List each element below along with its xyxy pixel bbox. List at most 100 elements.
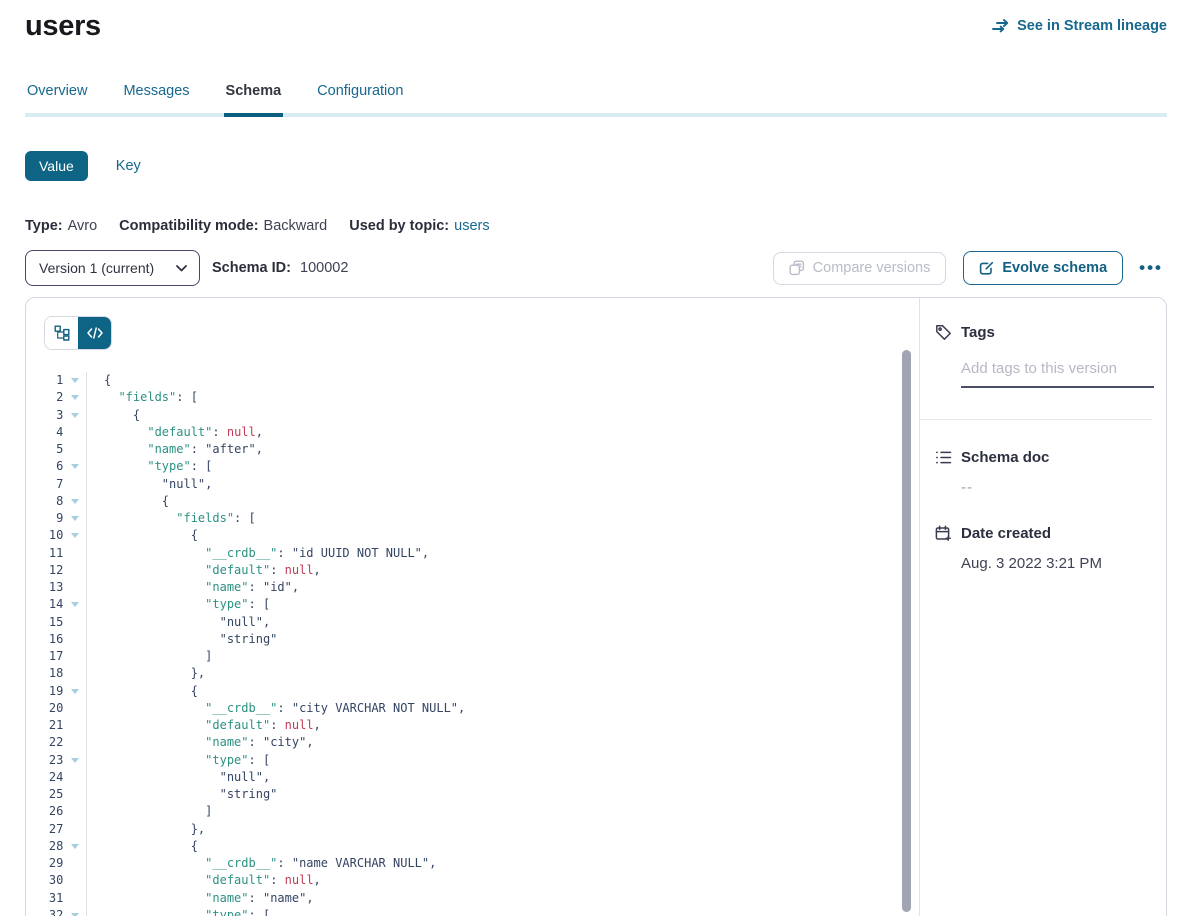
tags-heading: Tags	[961, 324, 995, 341]
tab-messages[interactable]: Messages	[121, 83, 191, 117]
line-number: 26	[26, 803, 63, 820]
line-number: 12	[26, 562, 63, 579]
tree-view-icon	[54, 325, 70, 341]
line-gutter: 21	[26, 717, 87, 734]
line-number: 30	[26, 872, 63, 889]
version-select[interactable]: Version 1 (current)	[25, 250, 200, 286]
code-line: 29 "__crdb__": "name VARCHAR NULL",	[26, 855, 919, 872]
fold-toggle-icon[interactable]	[63, 493, 86, 510]
schema-code-editor[interactable]: 1{2 "fields": [3 {4 "default": null,5 "n…	[26, 372, 919, 916]
line-gutter: 17	[26, 648, 87, 665]
line-gutter: 7	[26, 476, 87, 493]
fold-toggle-icon[interactable]	[63, 407, 86, 424]
code-line: 24 "null",	[26, 769, 919, 786]
fold-toggle-icon[interactable]	[63, 458, 86, 475]
code-line: 21 "default": null,	[26, 717, 919, 734]
line-gutter: 31	[26, 890, 87, 907]
value-tab-button[interactable]: Value	[25, 151, 88, 181]
code-text: "fields": [	[87, 389, 198, 406]
code-text: "__crdb__": "city VARCHAR NOT NULL",	[87, 700, 465, 717]
code-text: ]	[87, 648, 212, 665]
code-text: },	[87, 821, 205, 838]
line-number: 16	[26, 631, 63, 648]
code-text: "null",	[87, 769, 270, 786]
code-text: "fields": [	[87, 510, 256, 527]
version-select-value: Version 1 (current)	[39, 260, 154, 276]
editor-scrollbar[interactable]	[902, 350, 911, 912]
code-text: "default": null,	[87, 424, 263, 441]
fold-toggle-icon[interactable]	[63, 907, 86, 916]
code-text: "type": [	[87, 907, 270, 916]
schema-sidebar: Tags Schema doc --	[919, 298, 1166, 916]
chevron-down-icon	[176, 265, 187, 272]
fold-spacer	[63, 562, 86, 579]
type-label: Type:	[25, 218, 63, 234]
code-line: 16 "string"	[26, 631, 919, 648]
fold-toggle-icon[interactable]	[63, 683, 86, 700]
type-value: Avro	[68, 218, 98, 234]
line-number: 28	[26, 838, 63, 855]
line-gutter: 10	[26, 527, 87, 544]
line-number: 2	[26, 389, 63, 406]
code-line: 9 "fields": [	[26, 510, 919, 527]
code-text: "type": [	[87, 752, 270, 769]
see-in-stream-lineage-link[interactable]: See in Stream lineage	[992, 18, 1167, 34]
compare-versions-button[interactable]: Compare versions	[773, 252, 947, 285]
fold-spacer	[63, 700, 86, 717]
code-text: "string"	[87, 631, 277, 648]
code-text: {	[87, 683, 198, 700]
fold-toggle-icon[interactable]	[63, 389, 86, 406]
schema-actions: Compare versions Evolve schema •••	[773, 251, 1167, 285]
schema-page: users See in Stream lineage Overview Mess…	[0, 0, 1189, 916]
line-gutter: 26	[26, 803, 87, 820]
key-tab-link[interactable]: Key	[116, 158, 141, 174]
tab-configuration[interactable]: Configuration	[315, 83, 405, 117]
code-line: 15 "null",	[26, 614, 919, 631]
line-gutter: 8	[26, 493, 87, 510]
more-actions-button[interactable]: •••	[1135, 258, 1167, 278]
line-gutter: 16	[26, 631, 87, 648]
code-text: "__crdb__": "name VARCHAR NULL",	[87, 855, 436, 872]
line-number: 20	[26, 700, 63, 717]
used-by-topic-link[interactable]: users	[454, 218, 489, 234]
fold-toggle-icon[interactable]	[63, 527, 86, 544]
evolve-schema-label: Evolve schema	[1002, 260, 1107, 276]
line-gutter: 30	[26, 872, 87, 889]
code-line: 25 "string"	[26, 786, 919, 803]
line-number: 1	[26, 372, 63, 389]
line-gutter: 14	[26, 596, 87, 613]
fold-toggle-icon[interactable]	[63, 752, 86, 769]
line-gutter: 24	[26, 769, 87, 786]
line-number: 15	[26, 614, 63, 631]
fold-spacer	[63, 717, 86, 734]
add-tags-input[interactable]	[961, 360, 1154, 388]
see-in-stream-lineage-label: See in Stream lineage	[1017, 18, 1167, 34]
line-gutter: 13	[26, 579, 87, 596]
line-number: 8	[26, 493, 63, 510]
line-gutter: 2	[26, 389, 87, 406]
line-number: 18	[26, 665, 63, 682]
fold-toggle-icon[interactable]	[63, 596, 86, 613]
fold-toggle-icon[interactable]	[63, 838, 86, 855]
tab-schema[interactable]: Schema	[224, 83, 284, 117]
code-text: {	[87, 493, 169, 510]
fold-spacer	[63, 631, 86, 648]
fold-spacer	[63, 821, 86, 838]
tag-icon	[935, 324, 952, 341]
fold-spacer	[63, 424, 86, 441]
line-gutter: 3	[26, 407, 87, 424]
fold-toggle-icon[interactable]	[63, 372, 86, 389]
schema-id: Schema ID: 100002	[212, 260, 348, 276]
code-view-button[interactable]	[78, 317, 111, 349]
line-number: 5	[26, 441, 63, 458]
code-line: 5 "name": "after",	[26, 441, 919, 458]
compare-versions-icon	[789, 260, 805, 276]
evolve-schema-button[interactable]: Evolve schema	[963, 251, 1123, 285]
tree-view-button[interactable]	[45, 317, 78, 349]
schema-id-label: Schema ID:	[212, 260, 291, 276]
code-line: 31 "name": "name",	[26, 890, 919, 907]
fold-toggle-icon[interactable]	[63, 510, 86, 527]
tab-overview[interactable]: Overview	[25, 83, 89, 117]
code-text: "name": "name",	[87, 890, 314, 907]
code-text: "__crdb__": "id UUID NOT NULL",	[87, 545, 429, 562]
